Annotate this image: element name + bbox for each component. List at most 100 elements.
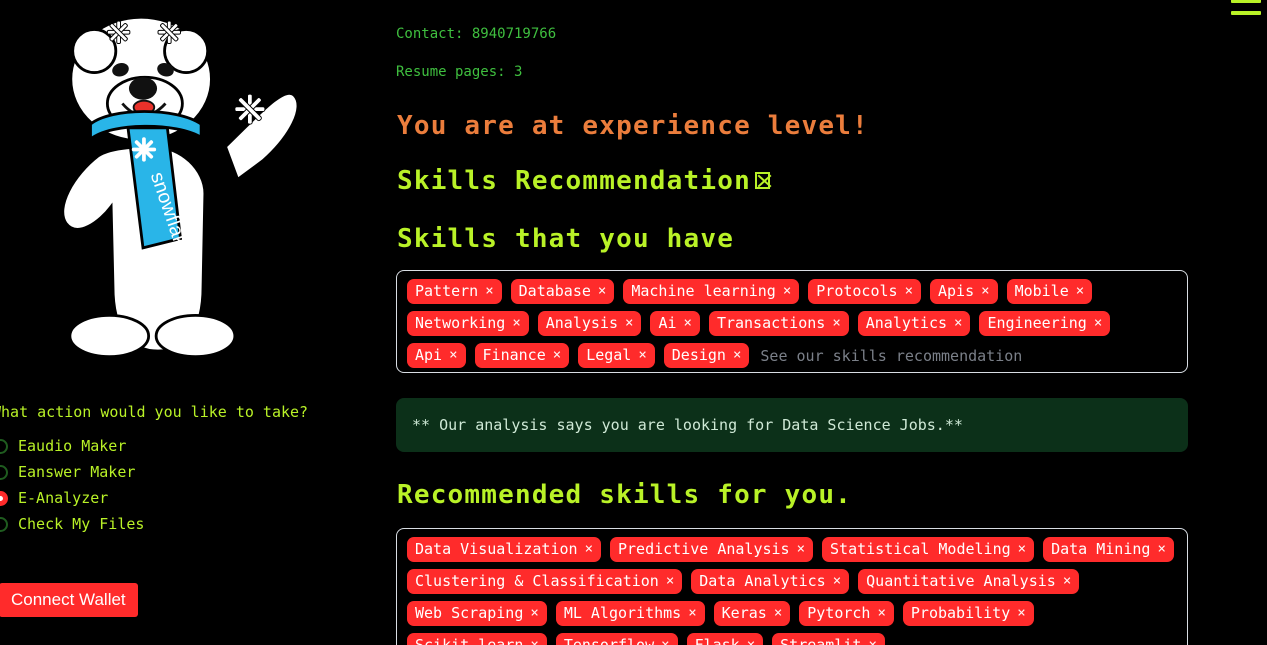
missing-glyph-icon — [754, 172, 770, 189]
skills-you-have-tag-list: Pattern × Database × Machine learning × Protoc… — [407, 279, 1177, 368]
remove-skill-tag-icon[interactable]: × — [1094, 313, 1102, 333]
skill-tag-label: Probability — [910, 604, 1011, 622]
analysis-message-box: ** Our analysis says you are looking for… — [396, 398, 1188, 452]
skill-tag-label: Legal — [586, 346, 632, 364]
action-radio-group[interactable]: Eaudio Maker Eanswer Maker E-Analyzer Ch… — [0, 435, 144, 535]
remove-skill-tag-icon[interactable]: × — [833, 571, 841, 591]
skill-tag: Transactions × — [708, 311, 849, 336]
skill-tag-label: Data Analytics — [699, 572, 826, 590]
radio-option-e-analyzer[interactable]: E-Analyzer — [0, 487, 144, 509]
skill-tag-label: Networking — [415, 314, 506, 332]
sidebar: snowflake What action would you like to … — [0, 0, 330, 645]
remove-skill-tag-icon[interactable]: × — [1157, 539, 1165, 559]
skill-tag-label: Design — [671, 346, 726, 364]
remove-skill-tag-icon[interactable]: × — [1076, 281, 1084, 301]
remove-skill-tag-icon[interactable]: × — [954, 313, 962, 333]
skill-tag: Database × — [510, 279, 615, 304]
hamburger-bar — [1231, 0, 1261, 3]
skill-tag-label: Flask — [694, 636, 740, 645]
remove-skill-tag-icon[interactable]: × — [783, 281, 791, 301]
remove-skill-tag-icon[interactable]: × — [1018, 539, 1026, 559]
skills-you-have-input-box[interactable]: Pattern × Database × Machine learning × Protoc… — [396, 270, 1188, 373]
connect-wallet-button[interactable]: Connect Wallet — [0, 583, 138, 617]
remove-skill-tag-icon[interactable]: × — [688, 603, 696, 623]
skill-tag-label: Data Mining — [1051, 540, 1151, 558]
remove-skill-tag-icon[interactable]: × — [598, 281, 606, 301]
skills-recommendation-heading-text: Skills Recommendation — [397, 166, 751, 196]
skill-tag: Design × — [663, 343, 750, 368]
skill-tag-label: Analytics — [865, 314, 948, 332]
remove-skill-tag-icon[interactable]: × — [638, 345, 646, 365]
skill-tag-label: Clustering & Classification — [415, 572, 659, 590]
radio-option-eanswer-maker[interactable]: Eanswer Maker — [0, 461, 144, 483]
radio-circle-icon — [0, 516, 8, 532]
radio-circle-icon — [0, 438, 8, 454]
remove-skill-tag-icon[interactable]: × — [747, 635, 755, 645]
snowflake-polar-bear-mascot-icon: snowflake — [8, 6, 308, 381]
radio-label: Eanswer Maker — [18, 463, 136, 481]
recommended-skills-heading: Recommended skills for you. — [397, 480, 853, 510]
remove-skill-tag-icon[interactable]: × — [449, 345, 457, 365]
skill-tag-label: Scikit-learn — [415, 636, 524, 645]
remove-skill-tag-icon[interactable]: × — [530, 635, 538, 645]
remove-skill-tag-icon[interactable]: × — [797, 539, 805, 559]
skills-you-have-heading: Skills that you have — [397, 224, 735, 254]
remove-skill-tag-icon[interactable]: × — [905, 281, 913, 301]
hamburger-menu-icon[interactable] — [1231, 0, 1261, 18]
remove-skill-tag-icon[interactable]: × — [774, 603, 782, 623]
remove-skill-tag-icon[interactable]: × — [877, 603, 885, 623]
radio-option-check-my-files[interactable]: Check My Files — [0, 513, 144, 535]
skill-tag: Streamlit × — [772, 633, 885, 645]
skill-tag-label: Keras — [721, 604, 767, 622]
skill-tag-label: ML Algorithms — [563, 604, 682, 622]
skill-tag: Pytorch × — [799, 601, 894, 626]
skill-tag-label: Database — [518, 282, 591, 300]
skill-tag: Statistical Modeling × — [822, 537, 1035, 562]
remove-skill-tag-icon[interactable]: × — [1063, 571, 1071, 591]
radio-option-eaudio-maker[interactable]: Eaudio Maker — [0, 435, 144, 457]
radio-circle-icon — [0, 464, 8, 480]
analysis-message-text: ** Our analysis says you are looking for… — [412, 416, 963, 434]
remove-skill-tag-icon[interactable]: × — [553, 345, 561, 365]
app-root: snowflake What action would you like to … — [0, 0, 1267, 645]
remove-skill-tag-icon[interactable]: × — [512, 313, 520, 333]
skill-tag: Mobile × — [1006, 279, 1093, 304]
resume-pages-text: Resume pages: 3 — [396, 64, 523, 80]
remove-skill-tag-icon[interactable]: × — [981, 281, 989, 301]
radio-circle-selected-icon — [0, 490, 8, 506]
remove-skill-tag-icon[interactable]: × — [832, 313, 840, 333]
skill-tag: Machine learning × — [623, 279, 800, 304]
skill-tag-label: Protocols — [816, 282, 898, 300]
skill-tag-label: Pattern — [415, 282, 479, 300]
skill-tag-label: Finance — [482, 346, 546, 364]
skill-tag: Flask × — [686, 633, 764, 645]
skill-tag: Ai × — [650, 311, 700, 336]
skill-tag: ML Algorithms × — [555, 601, 705, 626]
skill-tag-label: Statistical Modeling — [830, 540, 1011, 558]
skill-tag: Clustering & Classification × — [407, 569, 683, 594]
remove-skill-tag-icon[interactable]: × — [868, 635, 876, 645]
remove-skill-tag-icon[interactable]: × — [1017, 603, 1025, 623]
recommended-skills-input-box[interactable]: Data Visualization × Predictive Analysis × S… — [396, 528, 1188, 645]
skill-tag-label: Mobile — [1014, 282, 1069, 300]
skills-recommendation-heading: Skills Recommendation — [397, 166, 770, 196]
skills-input-placeholder[interactable]: See our skills recommendation — [758, 346, 1022, 366]
remove-skill-tag-icon[interactable]: × — [625, 313, 633, 333]
remove-skill-tag-icon[interactable]: × — [666, 571, 674, 591]
remove-skill-tag-icon[interactable]: × — [733, 345, 741, 365]
skill-tag: Keras × — [713, 601, 791, 626]
contact-text: Contact: 8940719766 — [396, 26, 557, 42]
radio-label: Eaudio Maker — [18, 437, 127, 455]
remove-skill-tag-icon[interactable]: × — [485, 281, 493, 301]
remove-skill-tag-icon[interactable]: × — [684, 313, 692, 333]
remove-skill-tag-icon[interactable]: × — [530, 603, 538, 623]
radio-label: Check My Files — [18, 515, 145, 533]
skill-tag: Engineering × — [979, 311, 1111, 336]
skill-tag-label: Transactions — [716, 314, 826, 332]
skill-tag: Data Mining × — [1043, 537, 1174, 562]
remove-skill-tag-icon[interactable]: × — [661, 635, 669, 645]
skill-tag-label: Pytorch — [807, 604, 871, 622]
radio-label: E-Analyzer — [18, 489, 109, 507]
remove-skill-tag-icon[interactable]: × — [585, 539, 593, 559]
skill-tag-label: Quantitative Analysis — [866, 572, 1056, 590]
